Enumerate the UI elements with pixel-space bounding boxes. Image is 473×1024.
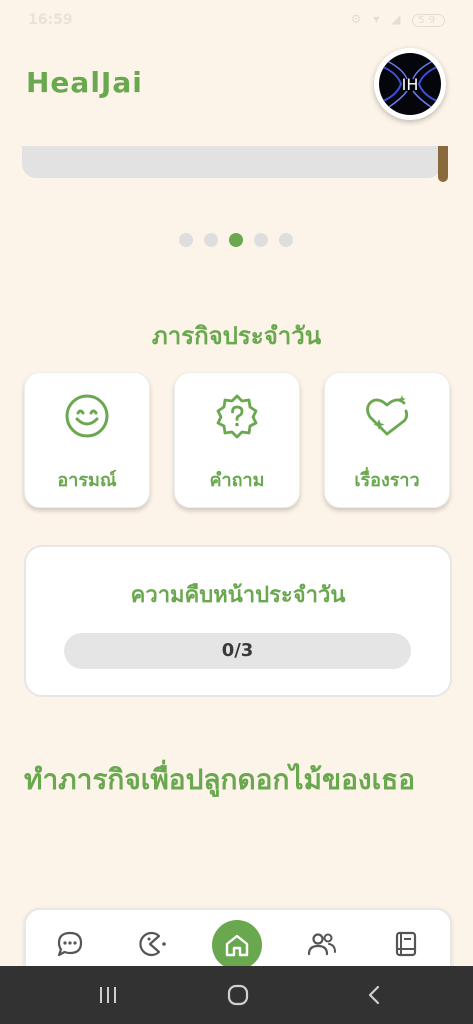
avatar-image: IH bbox=[379, 53, 441, 115]
avatar-logo-icon: IH bbox=[382, 60, 438, 108]
back-button[interactable] bbox=[360, 980, 388, 1010]
battery-icon: 59 bbox=[412, 14, 445, 27]
system-nav-bar bbox=[0, 966, 473, 1024]
mission-card-emotion[interactable]: อารมณ์ bbox=[24, 372, 150, 508]
sparkle-heart-icon bbox=[366, 395, 409, 436]
status-time: 16:59 bbox=[28, 12, 73, 28]
smile-icon bbox=[65, 394, 109, 438]
carousel-dot[interactable] bbox=[179, 233, 193, 247]
status-indicator-icons: ⚙ ▾ ◢ bbox=[350, 12, 405, 26]
carousel-dot[interactable] bbox=[229, 233, 243, 247]
nav-chat[interactable] bbox=[50, 924, 90, 964]
carousel-banner[interactable] bbox=[22, 146, 442, 178]
question-badge-icon bbox=[216, 394, 258, 439]
carousel-indicator bbox=[179, 233, 293, 247]
avatar[interactable]: IH bbox=[374, 48, 446, 120]
recents-icon bbox=[100, 987, 116, 1003]
home-system-icon bbox=[227, 984, 249, 1006]
mission-card-label: คำถาม bbox=[209, 470, 265, 491]
back-icon bbox=[368, 985, 380, 1005]
mission-card-question[interactable]: คำถาม bbox=[174, 372, 300, 508]
home-icon bbox=[225, 934, 249, 957]
status-bar: 16:59 ⚙ ▾ ◢ 59 bbox=[0, 0, 473, 44]
recents-button[interactable] bbox=[94, 980, 122, 1010]
book-icon bbox=[395, 931, 417, 957]
friends-icon bbox=[307, 933, 336, 956]
nav-game[interactable] bbox=[132, 924, 172, 964]
progress-text: 0/3 bbox=[221, 640, 254, 661]
avatar-text: IH bbox=[402, 75, 419, 94]
missions-title: ภารกิจประจำวัน bbox=[151, 322, 322, 350]
carousel-next-slide-edge bbox=[438, 146, 448, 182]
nav-book[interactable] bbox=[386, 924, 426, 964]
chat-icon bbox=[57, 931, 83, 957]
progress-bar: 0/3 bbox=[64, 633, 411, 669]
game-icon bbox=[139, 931, 166, 957]
status-icons: ⚙ ▾ ◢ 59 bbox=[351, 12, 445, 27]
grow-flower-title: ทำภารกิจเพื่อปลูกดอกไม้ของเธอ bbox=[24, 763, 416, 796]
progress-card: ความคืบหน้าประจำวัน 0/3 bbox=[24, 545, 452, 697]
home-system-button[interactable] bbox=[224, 980, 252, 1010]
mission-card-story[interactable]: เรื่องราว bbox=[324, 372, 450, 508]
carousel-dot[interactable] bbox=[254, 233, 268, 247]
carousel-dot[interactable] bbox=[204, 233, 218, 247]
mission-card-label: อารมณ์ bbox=[57, 470, 117, 491]
nav-home[interactable] bbox=[212, 920, 262, 970]
mission-card-label: เรื่องราว bbox=[354, 470, 420, 491]
carousel-dot[interactable] bbox=[279, 233, 293, 247]
progress-title: ความคืบหน้าประจำวัน bbox=[130, 583, 346, 608]
nav-friends[interactable] bbox=[302, 924, 342, 964]
app-title: HealJai bbox=[26, 66, 143, 99]
